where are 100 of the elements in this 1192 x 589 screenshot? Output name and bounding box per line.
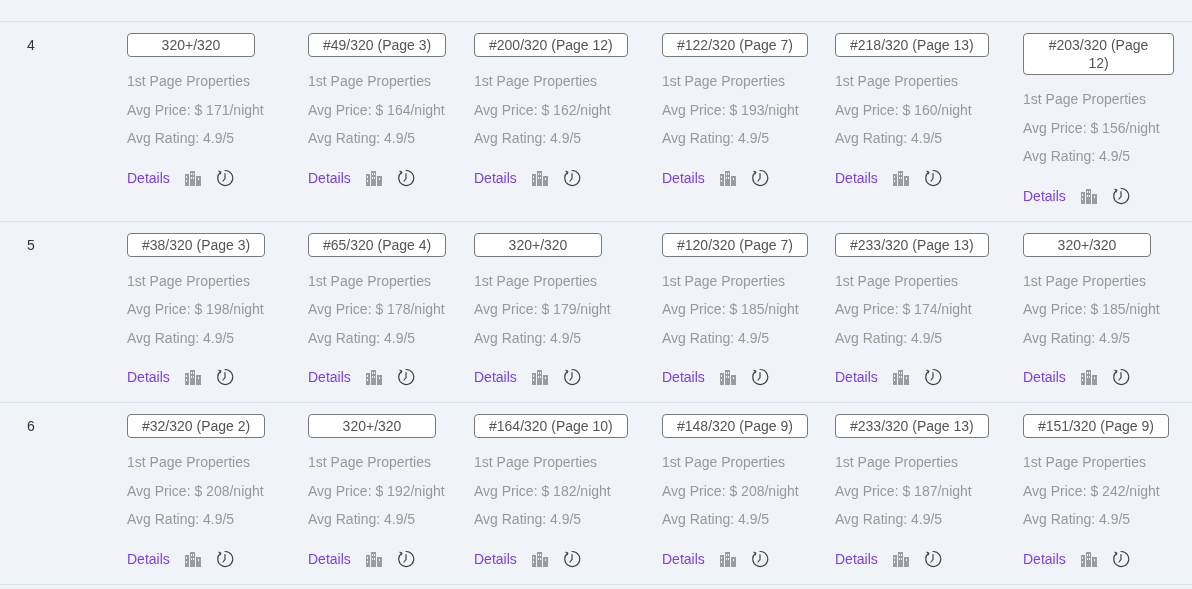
avg-rating: Avg Rating: 4.9/5 [662, 510, 770, 529]
details-link[interactable]: Details [1023, 550, 1066, 567]
details-link[interactable]: Details [308, 369, 351, 385]
properties-label: 1st Page Properties [662, 72, 785, 91]
clock-icon[interactable] [562, 368, 581, 386]
rank-badge: #65/320 (Page 4) [308, 232, 447, 257]
properties-label: 1st Page Properties [127, 271, 250, 291]
avg-price: Avg Price: $ 160/night [835, 100, 972, 120]
properties-label: 1st Page Properties [308, 271, 431, 291]
avg-rating: Avg Rating: 4.9/5 [127, 510, 235, 529]
rank-badge: #164/320 (Page 10) [474, 414, 628, 438]
clock-icon[interactable] [562, 549, 581, 568]
rank-badge: #218/320 (Page 13) [835, 33, 989, 57]
details-link[interactable]: Details [835, 169, 878, 186]
details-link[interactable]: Details [835, 550, 878, 567]
clock-icon[interactable] [396, 549, 415, 568]
properties-label: 1st Page Properties [835, 453, 958, 472]
rank-badge: #233/320 (Page 13) [835, 232, 989, 257]
avg-rating: Avg Rating: 4.9/5 [474, 328, 582, 348]
avg-price: Avg Price: $ 171/night [127, 100, 264, 120]
avg-price: Avg Price: $ 185/night [1023, 300, 1160, 319]
properties-label: 1st Page Properties [308, 453, 431, 472]
avg-price: Avg Price: $ 174/night [835, 300, 972, 319]
clock-icon[interactable] [923, 168, 942, 187]
clock-icon[interactable] [396, 168, 415, 187]
properties-label: 1st Page Properties [474, 453, 597, 472]
row-number: 5 [26, 235, 36, 255]
properties-label: 1st Page Properties [1023, 271, 1146, 291]
avg-rating: Avg Rating: 4.9/5 [308, 510, 416, 529]
rank-badge: 320+/320 [1023, 232, 1151, 257]
avg-rating: Avg Rating: 4.9/5 [308, 328, 416, 348]
clock-icon[interactable] [215, 168, 234, 187]
details-link[interactable]: Details [1023, 369, 1066, 385]
avg-rating: Avg Rating: 4.9/5 [127, 129, 235, 148]
avg-price: Avg Price: $ 156/night [1023, 118, 1160, 138]
details-link[interactable]: Details [474, 169, 517, 186]
details-link[interactable]: Details [662, 550, 705, 567]
avg-price: Avg Price: $ 208/night [662, 481, 799, 501]
avg-price: Avg Price: $ 187/night [835, 481, 972, 501]
rank-badge: 320+/320 [308, 414, 436, 438]
details-link[interactable]: Details [127, 369, 170, 385]
avg-rating: Avg Rating: 4.9/5 [662, 129, 770, 148]
avg-rating: Avg Rating: 4.9/5 [127, 328, 235, 348]
rank-badge: 320+/320 [474, 232, 602, 257]
rank-badge: 320+/320 [127, 33, 255, 57]
avg-rating: Avg Rating: 4.9/5 [835, 129, 943, 148]
details-link[interactable]: Details [127, 550, 170, 567]
clock-icon[interactable] [750, 168, 769, 187]
details-link[interactable]: Details [474, 369, 517, 385]
avg-rating: Avg Rating: 4.9/5 [308, 129, 416, 148]
avg-price: Avg Price: $ 162/night [474, 100, 611, 120]
details-link[interactable]: Details [308, 550, 351, 567]
rank-badge: #233/320 (Page 13) [835, 414, 989, 438]
avg-rating: Avg Rating: 4.9/5 [835, 510, 943, 529]
rank-badge: #38/320 (Page 3) [127, 232, 266, 257]
properties-label: 1st Page Properties [1023, 453, 1146, 472]
details-link[interactable]: Details [308, 169, 351, 186]
clock-icon[interactable] [923, 549, 942, 568]
details-link[interactable]: Details [662, 369, 705, 385]
rank-badge: #203/320 (Page 12) [1023, 33, 1174, 75]
properties-label: 1st Page Properties [1023, 90, 1146, 109]
rank-badge: #200/320 (Page 12) [474, 33, 628, 57]
avg-price: Avg Price: $ 185/night [662, 300, 799, 319]
avg-price: Avg Price: $ 182/night [474, 481, 611, 501]
clock-icon[interactable] [1111, 368, 1130, 386]
clock-icon[interactable] [750, 368, 769, 386]
clock-icon[interactable] [215, 549, 234, 568]
rank-badge: #151/320 (Page 9) [1023, 414, 1169, 438]
properties-label: 1st Page Properties [127, 453, 250, 472]
properties-label: 1st Page Properties [835, 72, 958, 91]
avg-rating: Avg Rating: 4.9/5 [474, 510, 582, 529]
details-link[interactable]: Details [662, 169, 705, 186]
rank-badge: #49/320 (Page 3) [308, 33, 447, 57]
clock-icon[interactable] [923, 368, 942, 386]
details-link[interactable]: Details [835, 369, 878, 385]
clock-icon[interactable] [215, 368, 234, 386]
properties-label: 1st Page Properties [662, 271, 785, 291]
avg-rating: Avg Rating: 4.9/5 [474, 129, 582, 148]
avg-price: Avg Price: $ 198/night [127, 300, 264, 319]
avg-rating: Avg Rating: 4.9/5 [1023, 328, 1131, 348]
clock-icon[interactable] [1111, 549, 1130, 568]
avg-price: Avg Price: $ 178/night [308, 300, 445, 319]
avg-rating: Avg Rating: 4.9/5 [662, 328, 770, 348]
details-link[interactable]: Details [474, 550, 517, 567]
rank-badge: #32/320 (Page 2) [127, 414, 266, 438]
clock-icon[interactable] [396, 368, 415, 386]
properties-label: 1st Page Properties [474, 271, 597, 291]
details-link[interactable]: Details [127, 169, 170, 186]
avg-rating: Avg Rating: 4.9/5 [835, 328, 943, 348]
avg-price: Avg Price: $ 179/night [474, 300, 611, 319]
details-link[interactable]: Details [1023, 187, 1066, 204]
avg-price: Avg Price: $ 164/night [308, 100, 445, 120]
rank-badge: #120/320 (Page 7) [662, 232, 808, 257]
clock-icon[interactable] [1111, 186, 1130, 205]
avg-rating: Avg Rating: 4.9/5 [1023, 510, 1131, 529]
clock-icon[interactable] [562, 168, 581, 187]
properties-label: 1st Page Properties [835, 271, 958, 291]
clock-icon[interactable] [750, 549, 769, 568]
properties-label: 1st Page Properties [127, 72, 250, 91]
avg-price: Avg Price: $ 193/night [662, 100, 799, 120]
